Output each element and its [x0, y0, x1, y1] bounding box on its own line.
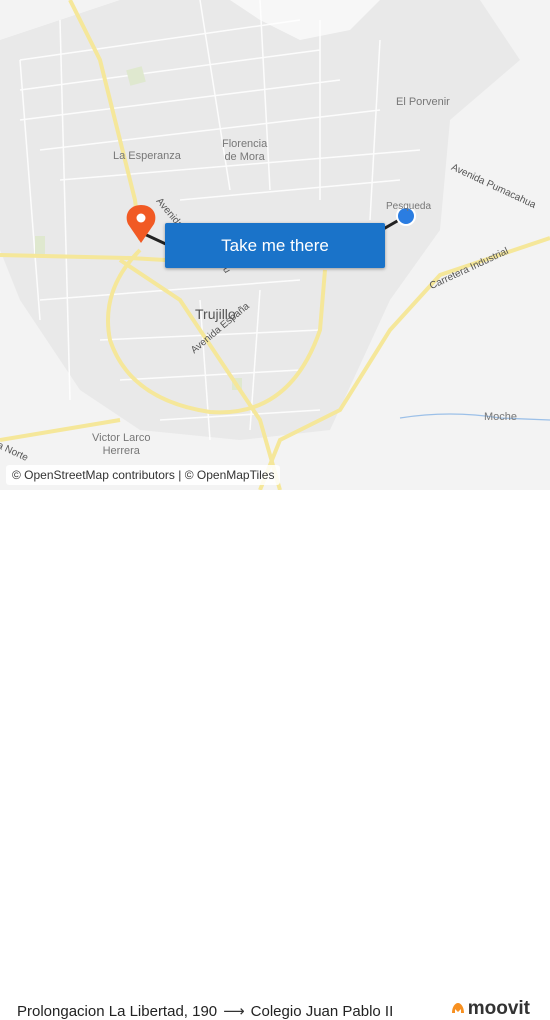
place-pesqueda: Pesqueda	[386, 201, 432, 212]
place-moche: Moche	[484, 411, 518, 423]
map-view[interactable]: El Porvenir La Esperanza Florencia de Mo…	[0, 0, 550, 490]
place-la-esperanza: La Esperanza	[113, 150, 181, 162]
place-el-porvenir: El Porvenir	[396, 96, 450, 108]
arrow-right-icon: ⟶	[223, 1003, 245, 1020]
moovit-logo[interactable]: moovit	[450, 998, 530, 1020]
place-florencia-de-mora: Florencia de Mora	[222, 138, 268, 163]
route-summary: Prolongacion La Libertad, 190 ⟶ Colegio Ju…	[17, 1002, 393, 1020]
place-victor-larco-herrera: Victor Larco Herrera	[92, 432, 151, 457]
origin-label: Prolongacion La Libertad, 190	[17, 1003, 218, 1020]
take-me-there-button[interactable]: Take me there	[165, 223, 385, 268]
footer-bar: Prolongacion La Libertad, 190 ⟶ Colegio Ju…	[0, 490, 550, 1020]
map-attribution[interactable]: © OpenStreetMap contributors | © OpenMap…	[6, 465, 281, 485]
brand-name: moovit	[467, 998, 530, 1019]
moovit-mark-icon	[451, 1003, 464, 1013]
destination-label: Colegio Juan Pablo II	[250, 1003, 394, 1020]
